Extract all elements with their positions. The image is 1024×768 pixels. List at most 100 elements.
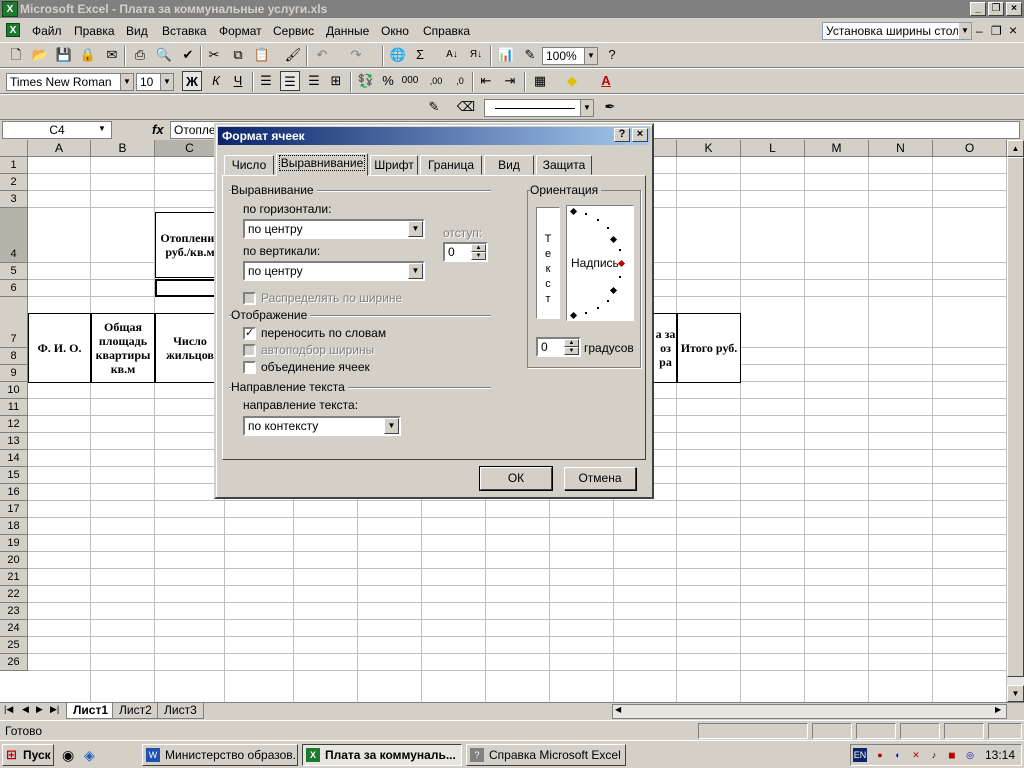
row-header[interactable]: 13 bbox=[0, 433, 28, 450]
scroll-up-icon[interactable]: ▲ bbox=[1007, 140, 1024, 157]
menu-format[interactable]: Формат bbox=[219, 24, 262, 38]
task-excel[interactable]: X Плата за коммуналь... bbox=[302, 744, 462, 766]
fill-color-icon[interactable]: ◆ bbox=[562, 71, 582, 91]
format-painter-icon[interactable]: 🖌 bbox=[283, 45, 303, 65]
cell-b7[interactable]: Общая площадь квартиры кв.м bbox=[91, 313, 155, 383]
spelling-icon[interactable]: ✔ bbox=[178, 45, 198, 65]
chevron-down-icon[interactable]: ▼ bbox=[98, 124, 106, 133]
sort-ascending-icon[interactable]: A↓ bbox=[442, 45, 462, 65]
scroll-right-icon[interactable]: ▶ bbox=[995, 705, 1001, 714]
language-indicator[interactable]: EN bbox=[853, 748, 867, 762]
row-header[interactable]: 19 bbox=[0, 535, 28, 552]
copy-icon[interactable]: ⧉ bbox=[228, 45, 248, 65]
autosum-icon[interactable]: Σ bbox=[410, 45, 430, 65]
new-icon[interactable]: 🗋 bbox=[6, 45, 26, 65]
zoom-select[interactable]: 100% ▼ bbox=[542, 47, 598, 65]
tab-patterns[interactable]: Вид bbox=[484, 155, 534, 175]
decrease-decimal-icon[interactable]: ,0 bbox=[450, 71, 470, 91]
menu-data[interactable]: Данные bbox=[326, 24, 369, 38]
outlook-icon[interactable]: ◈ bbox=[84, 747, 95, 764]
tab-protection[interactable]: Защита bbox=[536, 155, 592, 175]
chevron-down-icon[interactable]: ▼ bbox=[408, 263, 423, 279]
prev-sheet-icon[interactable]: ◀ bbox=[22, 704, 29, 715]
row-header[interactable]: 10 bbox=[0, 382, 28, 399]
tab-border[interactable]: Граница bbox=[420, 155, 482, 175]
wrap-text-checkbox[interactable]: ✓ bbox=[243, 327, 256, 340]
sort-descending-icon[interactable]: Я↓ bbox=[466, 45, 486, 65]
help-search-box[interactable]: Установка ширины столбца ▼ bbox=[822, 22, 972, 40]
percent-icon[interactable]: % bbox=[378, 71, 398, 91]
increase-decimal-icon[interactable]: ,00 bbox=[426, 71, 446, 91]
row-header[interactable]: 22 bbox=[0, 586, 28, 603]
row-header[interactable]: 21 bbox=[0, 569, 28, 586]
chevron-down-icon[interactable]: ▼ bbox=[384, 418, 399, 434]
row-header[interactable]: 20 bbox=[0, 552, 28, 569]
pencil-icon[interactable]: ✎ bbox=[424, 97, 444, 117]
row-header[interactable]: 23 bbox=[0, 603, 28, 620]
row-header[interactable]: 24 bbox=[0, 620, 28, 637]
column-header[interactable]: L bbox=[741, 140, 805, 157]
vertical-scrollbar[interactable]: ▲ ▼ bbox=[1007, 140, 1024, 702]
align-right-icon[interactable]: ☰ bbox=[304, 71, 324, 91]
restore-icon[interactable]: ❐ bbox=[988, 2, 1004, 16]
vertical-select[interactable]: по центру ▼ bbox=[243, 261, 425, 281]
row-header[interactable]: 26 bbox=[0, 654, 28, 671]
row-header[interactable]: 4 bbox=[0, 208, 28, 263]
borders-icon[interactable]: ▦ bbox=[530, 71, 550, 91]
align-center-icon[interactable]: ☰ bbox=[280, 71, 300, 91]
bold-icon[interactable]: Ж bbox=[182, 71, 202, 91]
dialog-title-bar[interactable]: Формат ячеек ? × bbox=[218, 127, 650, 145]
menu-view[interactable]: Вид bbox=[126, 24, 148, 38]
excel-icon[interactable]: X bbox=[2, 1, 18, 17]
sheet-tab-2[interactable]: Лист2 bbox=[112, 703, 159, 719]
row-header[interactable]: 11 bbox=[0, 399, 28, 416]
justify-distributed-checkbox[interactable] bbox=[243, 292, 256, 305]
tab-alignment[interactable]: Выравнивание bbox=[276, 153, 368, 176]
row-header[interactable]: 6 bbox=[0, 280, 28, 297]
horizontal-select[interactable]: по центру ▼ bbox=[243, 219, 425, 239]
tray-app-icon[interactable]: ● bbox=[873, 748, 887, 762]
spin-down-icon[interactable]: ▼ bbox=[564, 347, 579, 355]
row-header[interactable]: 7 bbox=[0, 297, 28, 348]
tray-app-icon[interactable]: ◎ bbox=[963, 748, 977, 762]
sheet-tab-3[interactable]: Лист3 bbox=[157, 703, 204, 719]
scroll-thumb[interactable] bbox=[1007, 157, 1024, 677]
fx-icon[interactable]: fx bbox=[152, 122, 164, 137]
menu-tools[interactable]: Сервис bbox=[273, 24, 314, 38]
row-header[interactable]: 16 bbox=[0, 484, 28, 501]
task-word[interactable]: W Министерство образов... bbox=[142, 744, 298, 766]
align-left-icon[interactable]: ☰ bbox=[256, 71, 276, 91]
merge-center-icon[interactable]: ⊞ bbox=[326, 71, 346, 91]
direction-select[interactable]: по контексту ▼ bbox=[243, 416, 401, 436]
chevron-down-icon[interactable]: ▼ bbox=[160, 74, 173, 90]
row-header[interactable]: 18 bbox=[0, 518, 28, 535]
currency-icon[interactable]: 💱 bbox=[356, 71, 376, 91]
spin-up-icon[interactable]: ▲ bbox=[471, 244, 486, 252]
sheet-tab-1[interactable]: Лист1 bbox=[66, 703, 116, 719]
close-icon[interactable]: × bbox=[1006, 2, 1022, 16]
scroll-down-icon[interactable]: ▼ bbox=[1007, 685, 1024, 702]
menu-insert[interactable]: Вставка bbox=[162, 24, 207, 38]
cell-k7[interactable]: Итого руб. bbox=[677, 313, 741, 383]
last-sheet-icon[interactable]: ▶| bbox=[50, 704, 59, 715]
eraser-icon[interactable]: ⌫ bbox=[456, 97, 476, 117]
tray-app-icon[interactable]: ✕ bbox=[909, 748, 923, 762]
tray-app-icon[interactable]: ◐ bbox=[891, 748, 905, 762]
row-header[interactable]: 12 bbox=[0, 416, 28, 433]
row-header[interactable]: 15 bbox=[0, 467, 28, 484]
scroll-left-icon[interactable]: ◀ bbox=[615, 705, 621, 714]
redo-icon[interactable]: ↷ bbox=[346, 45, 366, 65]
open-icon[interactable]: 📂 bbox=[30, 45, 50, 65]
cancel-button[interactable]: Отмена bbox=[564, 467, 636, 490]
print-icon[interactable]: ⎙ bbox=[130, 45, 150, 65]
font-size-select[interactable]: 10 ▼ bbox=[136, 73, 174, 91]
save-icon[interactable]: 💾 bbox=[54, 45, 74, 65]
increase-indent-icon[interactable]: ⇥ bbox=[500, 71, 520, 91]
vertical-text-toggle[interactable]: Т е к с т bbox=[536, 207, 560, 319]
degrees-spinner[interactable]: 0 ▲ ▼ bbox=[536, 337, 581, 357]
spin-up-icon[interactable]: ▲ bbox=[564, 339, 579, 347]
decrease-indent-icon[interactable]: ⇤ bbox=[476, 71, 496, 91]
tray-app-icon[interactable]: ◼ bbox=[945, 748, 959, 762]
row-header[interactable]: 5 bbox=[0, 263, 28, 280]
select-all-corner[interactable] bbox=[0, 140, 28, 157]
